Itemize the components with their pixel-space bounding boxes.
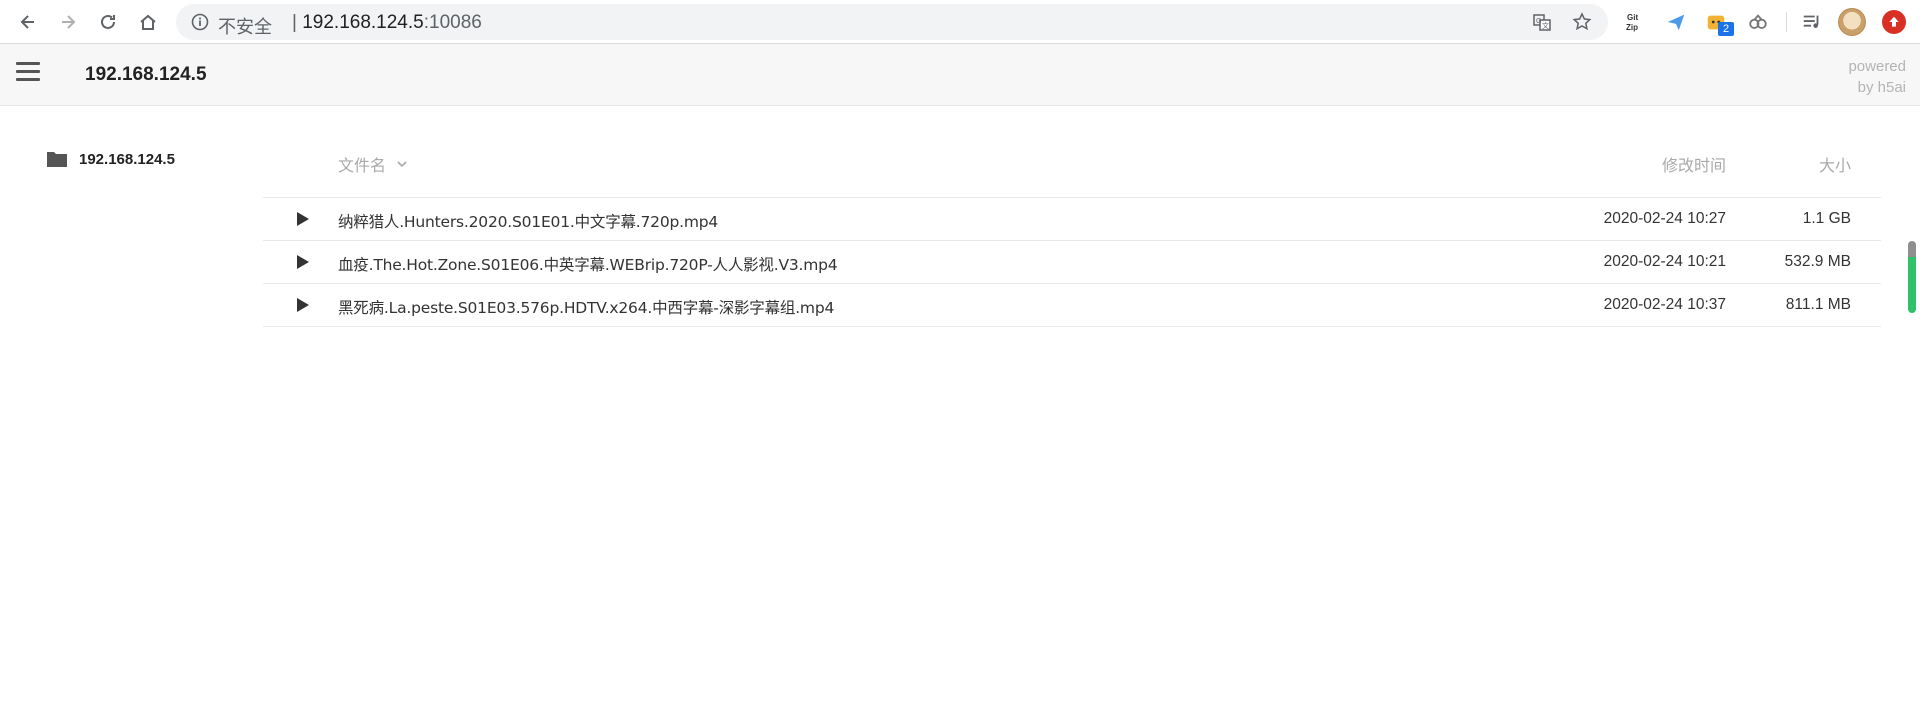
- powered-by[interactable]: powered by h5ai: [1848, 56, 1906, 98]
- chevron-down-icon: [397, 161, 407, 168]
- list-header: 文件名 修改时间 大小: [263, 141, 1881, 198]
- play-icon: [297, 255, 309, 269]
- bookmark-star-icon[interactable]: [1572, 12, 1592, 32]
- file-date: 2020-02-24 10:37: [1603, 296, 1726, 313]
- page-title: 192.168.124.5: [85, 64, 207, 85]
- gitzip-extension[interactable]: Git Zip: [1624, 10, 1648, 34]
- app-header: 192.168.124.5 powered by h5ai: [0, 44, 1920, 106]
- home-button[interactable]: [132, 6, 164, 38]
- address-bar[interactable]: 不安全 | 192.168.124.5:10086 G文: [176, 4, 1608, 40]
- arrow-left-icon: [20, 15, 34, 29]
- play-icon: [297, 212, 309, 226]
- svg-text:Zip: Zip: [1626, 23, 1638, 32]
- forward-button[interactable]: [52, 6, 84, 38]
- media-control-button[interactable]: [1800, 10, 1824, 34]
- svg-text:G: G: [1536, 18, 1541, 25]
- file-size: 811.1 MB: [1785, 296, 1851, 313]
- reload-button[interactable]: [92, 6, 124, 38]
- extension-badge: 2: [1718, 22, 1734, 36]
- update-button[interactable]: [1882, 10, 1906, 34]
- browser-toolbar: 不安全 | 192.168.124.5:10086 G文 Git Zip 2: [0, 0, 1920, 44]
- url-text: | 192.168.124.5:10086: [292, 12, 482, 33]
- sort-by-date[interactable]: 修改时间: [1662, 152, 1726, 176]
- file-name[interactable]: 黑死病.La.peste.S01E03.576p.HDTV.x264.中西字幕-…: [338, 296, 834, 318]
- hamburger-icon: [16, 62, 40, 65]
- file-size: 1.1 GB: [1802, 210, 1851, 227]
- svg-text:文: 文: [1542, 21, 1549, 30]
- toolbar-divider: [1786, 12, 1787, 32]
- arrow-up-icon: [1889, 16, 1899, 27]
- file-date: 2020-02-24 10:27: [1603, 210, 1726, 227]
- menu-button[interactable]: [16, 62, 44, 86]
- file-name[interactable]: 血疫.The.Hot.Zone.S01E06.中英字幕.WEBrip.720P-…: [338, 253, 838, 275]
- file-row[interactable]: 纳粹猎人.Hunters.2020.S01E01.中文字幕.720p.mp4 2…: [263, 198, 1881, 241]
- scroll-indicator[interactable]: [1908, 241, 1916, 313]
- file-size: 532.9 MB: [1784, 253, 1851, 270]
- play-icon: [297, 298, 309, 312]
- svg-text:Git: Git: [1627, 13, 1638, 22]
- file-row[interactable]: 血疫.The.Hot.Zone.S01E06.中英字幕.WEBrip.720P-…: [263, 241, 1881, 284]
- home-icon: [140, 14, 156, 30]
- send-extension[interactable]: [1664, 10, 1688, 34]
- folder-icon: [47, 152, 67, 167]
- url-host: 192.168.124.5: [302, 12, 424, 33]
- profile-avatar[interactable]: [1838, 8, 1866, 36]
- tree-root-item[interactable]: 192.168.124.5: [46, 150, 175, 168]
- translate-icon[interactable]: G文: [1532, 12, 1552, 32]
- info-icon[interactable]: [190, 12, 210, 32]
- chain-link-icon: [1749, 14, 1767, 29]
- col-name-label: 文件名: [338, 156, 387, 175]
- security-status: 不安全: [218, 17, 272, 38]
- file-row[interactable]: 黑死病.La.peste.S01E03.576p.HDTV.x264.中西字幕-…: [263, 284, 1881, 327]
- playlist-icon: [1803, 15, 1819, 28]
- sort-by-name[interactable]: 文件名: [338, 152, 408, 176]
- gitzip-icon: GitZip: [1626, 13, 1638, 32]
- sort-by-size[interactable]: 大小: [1819, 152, 1851, 176]
- link-extension[interactable]: [1746, 10, 1770, 34]
- url-port: :10086: [423, 12, 482, 33]
- powered-line-1: powered: [1848, 58, 1906, 75]
- arrow-right-icon: [62, 15, 76, 29]
- paper-plane-icon: [1667, 14, 1685, 31]
- powered-line-2: by h5ai: [1857, 79, 1906, 96]
- back-button[interactable]: [12, 6, 44, 38]
- file-date: 2020-02-24 10:21: [1603, 253, 1726, 270]
- file-name[interactable]: 纳粹猎人.Hunters.2020.S01E01.中文字幕.720p.mp4: [338, 210, 718, 232]
- tree-root-label: 192.168.124.5: [79, 150, 175, 168]
- reload-icon: [101, 14, 115, 29]
